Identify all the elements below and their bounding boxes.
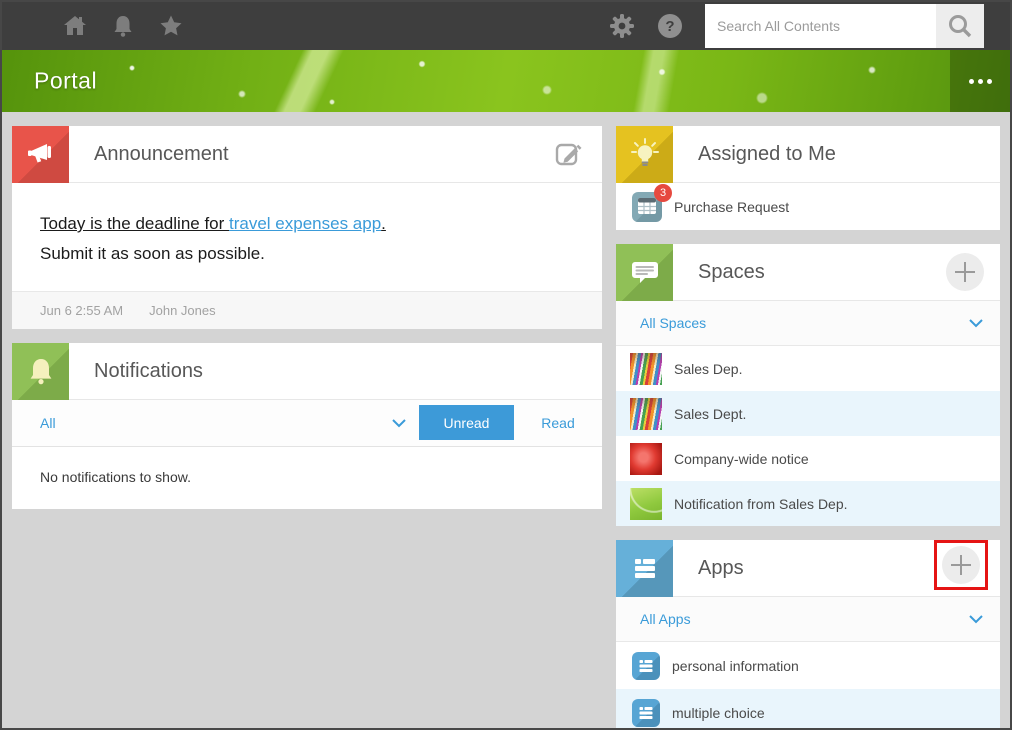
purchase-request-app-icon: 3 [632, 192, 662, 222]
spaces-filter-dropdown[interactable]: All Spaces [616, 301, 1000, 346]
assigned-item-label: Purchase Request [674, 199, 789, 215]
space-item-sales-dep[interactable]: Sales Dep. [616, 346, 1000, 391]
plus-icon [950, 554, 972, 576]
ellipsis-icon [969, 79, 974, 84]
svg-text:?: ? [665, 18, 674, 35]
unread-tab[interactable]: Unread [419, 405, 514, 440]
space-thumbnail-pencils [630, 398, 662, 430]
edit-announcement-button[interactable] [552, 137, 584, 172]
spaces-title: Spaces [698, 261, 765, 284]
app-list-icon [632, 652, 660, 680]
chevron-down-icon [391, 418, 407, 428]
speech-bubble-icon [616, 244, 673, 301]
portal-content: Announcement Today is the deadline for t… [2, 112, 1010, 730]
space-item-sales-dept[interactable]: Sales Dept. [616, 391, 1000, 436]
announcement-title: Announcement [94, 143, 229, 166]
add-app-button[interactable] [942, 546, 980, 584]
notifications-header: Notifications [12, 343, 602, 400]
spaces-widget: Spaces All Spaces Sales Dep. Sales Dept. [616, 244, 1000, 526]
chevron-down-icon [968, 318, 984, 328]
apps-filter-value: All Apps [640, 611, 691, 627]
assigned-header: Assigned to Me [616, 126, 1000, 183]
plus-icon [954, 261, 976, 283]
search-input[interactable] [705, 4, 936, 48]
apps-title: Apps [698, 557, 744, 580]
search-icon [947, 13, 973, 39]
lightbulb-icon [616, 126, 673, 183]
page-title: Portal [34, 68, 97, 95]
red-annotation-rectangle [934, 540, 988, 590]
announcement-author: John Jones [149, 303, 216, 318]
travel-expenses-app-link[interactable]: travel expenses app [229, 214, 381, 233]
announcement-body: Today is the deadline for travel expense… [12, 183, 602, 291]
space-thumbnail-pencils [630, 353, 662, 385]
notifications-widget: Notifications All Unread Read No notific… [12, 343, 602, 509]
portal-screen: ? Portal [0, 0, 1012, 730]
search-button[interactable] [936, 4, 984, 48]
portal-cover-banner: Portal [2, 50, 1010, 112]
megaphone-icon [12, 126, 69, 183]
spaces-filter-value: All Spaces [640, 315, 706, 331]
announcement-timestamp: Jun 6 2:55 AM [40, 303, 123, 318]
notifications-filter-dropdown[interactable]: All [12, 400, 419, 446]
top-navigation-bar: ? [2, 2, 1010, 50]
assigned-item-purchase-request[interactable]: 3 Purchase Request [616, 183, 1000, 230]
bell-icon[interactable] [110, 13, 136, 39]
apps-filter-dropdown[interactable]: All Apps [616, 597, 1000, 642]
announcement-line-1: Today is the deadline for travel expense… [40, 209, 574, 239]
app-item-multiple-choice[interactable]: multiple choice [616, 689, 1000, 730]
left-column: Announcement Today is the deadline for t… [12, 126, 602, 730]
notifications-empty-message: No notifications to show. [12, 447, 602, 509]
hamburger-menu-icon[interactable] [12, 16, 38, 36]
apps-widget: Apps All Apps personal information [616, 540, 1000, 730]
spaces-header: Spaces [616, 244, 1000, 301]
announcement-line-2: Submit it as soon as possible. [40, 239, 574, 269]
announcement-header: Announcement [12, 126, 602, 183]
notifications-filter-value: All [40, 415, 56, 431]
space-thumbnail-leaf [630, 488, 662, 520]
more-options-button[interactable] [950, 50, 1010, 112]
unread-count-badge: 3 [654, 184, 672, 202]
space-thumbnail-rose [630, 443, 662, 475]
space-item-notification-from-sales-dep[interactable]: Notification from Sales Dep. [616, 481, 1000, 526]
announcement-widget: Announcement Today is the deadline for t… [12, 126, 602, 329]
chevron-down-icon [968, 614, 984, 624]
assigned-to-me-widget: Assigned to Me 3 Purchase Request [616, 126, 1000, 230]
global-search [705, 4, 984, 48]
right-column: Assigned to Me 3 Purchase Request [616, 126, 1000, 730]
help-icon[interactable]: ? [657, 13, 683, 39]
apps-header: Apps [616, 540, 1000, 597]
topbar-right-group: ? [609, 4, 1010, 48]
app-item-personal-information[interactable]: personal information [616, 642, 1000, 689]
gear-icon[interactable] [609, 13, 635, 39]
star-icon[interactable] [158, 13, 184, 39]
announcement-footer: Jun 6 2:55 AM John Jones [12, 291, 602, 329]
notifications-filter-bar: All Unread Read [12, 400, 602, 447]
read-tab[interactable]: Read [514, 400, 602, 446]
bell-widget-icon [12, 343, 69, 400]
space-item-company-wide-notice[interactable]: Company-wide notice [616, 436, 1000, 481]
app-list-icon [632, 699, 660, 727]
assigned-title: Assigned to Me [698, 143, 836, 166]
notifications-title: Notifications [94, 360, 203, 383]
apps-list-icon [616, 540, 673, 597]
home-icon[interactable] [62, 13, 88, 39]
add-space-button[interactable] [946, 253, 984, 291]
edit-pencil-icon [552, 137, 584, 169]
